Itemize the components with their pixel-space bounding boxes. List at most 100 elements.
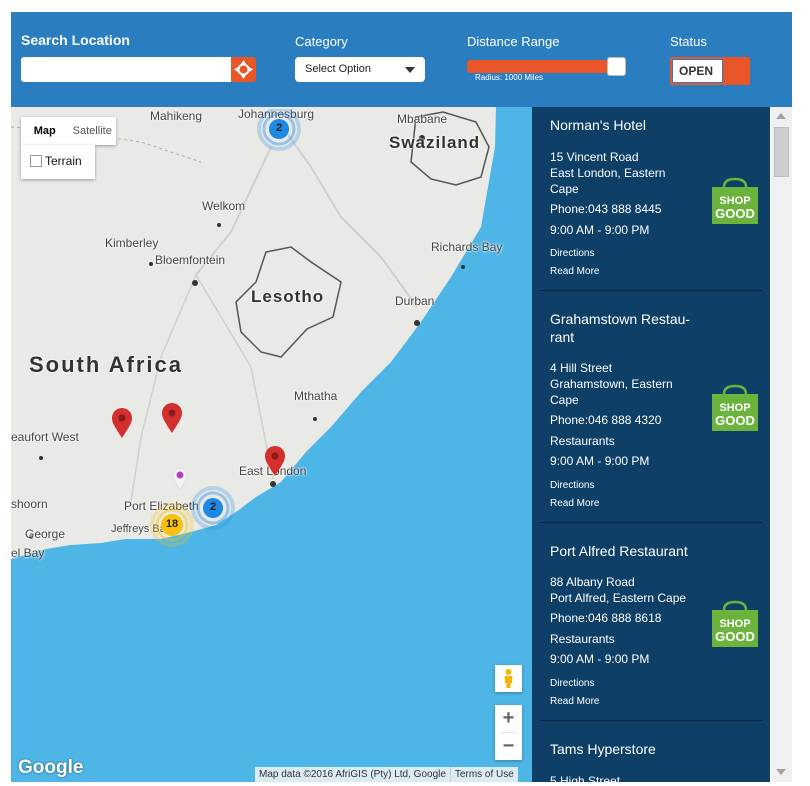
store-address-line: 5 High Street: [550, 774, 621, 782]
scrollbar-thumb[interactable]: [774, 127, 789, 177]
search-location-input[interactable]: [21, 57, 231, 82]
store-hours: 9:00 AM - 9:00 PM: [550, 223, 650, 237]
store-list-scrollbar[interactable]: [771, 107, 792, 782]
place-mbabane: Mbabane: [397, 112, 448, 126]
locate-me-button[interactable]: [231, 57, 256, 82]
store-address-line: Port Alfred, Eastern Cape: [550, 591, 687, 605]
store-hours: 9:00 AM - 9:00 PM: [550, 652, 650, 666]
store-address-line: 15 Vincent Road: [550, 150, 639, 164]
place-swaziland: Swaziland: [389, 133, 481, 152]
chevron-down-icon: [405, 67, 415, 73]
store-phone: Phone:046 888 8618: [550, 611, 662, 625]
store-address-line: East London, Eastern: [550, 166, 666, 180]
store-address-line: 88 Albany Road: [550, 575, 635, 589]
store-locator-app: Search Location Category Select Option D…: [11, 12, 792, 782]
store-category: Restaurants: [550, 434, 615, 448]
shop-good-logo: SHOP GOOD: [712, 177, 758, 224]
google-logo: Google: [18, 757, 84, 778]
place-george: George: [25, 527, 66, 541]
store-phone: Phone:043 888 8445: [550, 202, 662, 216]
logo-text-line2: GOOD: [715, 206, 755, 221]
store-card[interactable]: Tams Hyperstore 5 High Street: [540, 721, 762, 782]
marker-cluster[interactable]: 2: [257, 107, 301, 153]
place-mthatha: Mthatha: [294, 389, 338, 403]
store-hours: 9:00 AM - 9:00 PM: [550, 454, 650, 468]
place-mossel-bay: el Bay: [11, 546, 45, 560]
status-toggle-value: OPEN: [672, 59, 723, 83]
store-name[interactable]: Grahamstown Restau-rant: [550, 310, 710, 346]
directions-link[interactable]: Directions: [550, 248, 594, 259]
category-selected-value: Select Option: [305, 63, 372, 75]
marker-cluster[interactable]: 2: [191, 486, 235, 530]
logo-text-line2: GOOD: [715, 413, 755, 428]
cluster-count: 2: [275, 122, 283, 134]
status-toggle[interactable]: OPEN: [670, 57, 750, 85]
distance-range-slider[interactable]: [467, 60, 609, 73]
radius-readout: Radius: 1000 Miles: [475, 73, 544, 82]
map-pin-icon[interactable]: [264, 445, 286, 477]
place-durban: Durban: [395, 294, 435, 308]
distance-range-handle[interactable]: [607, 57, 626, 76]
terms-of-use-link[interactable]: Terms of Use: [449, 767, 518, 782]
search-location-label: Search Location: [21, 32, 130, 48]
map-type-satellite-button[interactable]: Satellite: [69, 117, 117, 145]
cluster-count: 2: [209, 501, 217, 513]
store-address-line: Grahamstown, Eastern: [550, 377, 673, 391]
map-attribution: Map data ©2016 AfriGIS (Pty) Ltd, Google…: [255, 767, 518, 782]
zoom-control: + −: [495, 705, 522, 760]
store-address-line: 4 Hill Street: [550, 361, 613, 375]
place-mahikeng: Mahikeng: [150, 109, 203, 123]
map-pin-icon[interactable]: [161, 402, 183, 434]
directions-link[interactable]: Directions: [550, 678, 594, 689]
scroll-down-arrow-icon[interactable]: [776, 769, 786, 775]
logo-text-line2: GOOD: [715, 629, 755, 644]
place-kimberley: Kimberley: [105, 236, 159, 250]
crosshair-icon: [234, 60, 253, 79]
place-richards-bay: Richards Bay: [431, 240, 503, 254]
directions-link[interactable]: Directions: [550, 480, 594, 491]
street-view-pegman[interactable]: [495, 665, 522, 692]
read-more-link[interactable]: Read More: [550, 498, 599, 509]
store-category: Restaurants: [550, 632, 615, 646]
store-card[interactable]: Grahamstown Restau-rant 4 Hill Street Gr…: [540, 291, 762, 523]
place-bloemfontein: Bloemfontein: [155, 253, 226, 267]
filter-bar: Search Location Category Select Option D…: [11, 12, 792, 107]
map-view[interactable]: Mahikeng Johannesburg Mbabane Swaziland …: [11, 107, 532, 782]
store-list: Norman's Hotel 15 Vincent Road East Lond…: [532, 107, 770, 782]
place-south-africa: South Africa: [29, 352, 183, 377]
marker-cluster[interactable]: 18: [150, 503, 194, 547]
store-phone: Phone:046 888 4320: [550, 413, 662, 427]
zoom-out-button[interactable]: −: [495, 733, 522, 760]
place-oudtshoorn: shoorn: [11, 497, 48, 511]
store-name[interactable]: Tams Hyperstore: [550, 740, 750, 758]
map-type-control: Map Satellite: [21, 117, 116, 145]
read-more-link[interactable]: Read More: [550, 696, 599, 707]
store-address-line: Cape: [550, 182, 579, 196]
category-select[interactable]: Select Option: [295, 57, 425, 82]
scroll-up-arrow-icon[interactable]: [776, 113, 786, 119]
terrain-checkbox[interactable]: [30, 155, 42, 167]
place-welkom: Welkom: [202, 199, 246, 213]
store-card[interactable]: Norman's Hotel 15 Vincent Road East Lond…: [540, 107, 762, 291]
shop-good-logo: SHOP GOOD: [712, 600, 758, 647]
store-name[interactable]: Port Alfred Restaurant: [550, 542, 750, 560]
place-beaufort-west: eaufort West: [11, 430, 79, 444]
map-data-credit: Map data ©2016 AfriGIS (Pty) Ltd, Google: [259, 769, 446, 780]
pegman-icon: [504, 669, 513, 688]
cluster-count: 18: [165, 518, 179, 530]
current-location-pin-icon[interactable]: [172, 467, 188, 491]
read-more-link[interactable]: Read More: [550, 266, 599, 277]
store-address-line: Cape: [550, 393, 579, 407]
zoom-in-button[interactable]: +: [495, 705, 522, 732]
terrain-label: Terrain: [45, 154, 82, 168]
shop-good-logo: SHOP GOOD: [712, 384, 758, 431]
map-type-map-button[interactable]: Map: [21, 117, 69, 145]
terrain-toggle[interactable]: Terrain: [21, 145, 95, 179]
category-label: Category: [295, 34, 348, 49]
place-lesotho: Lesotho: [251, 287, 325, 306]
store-name[interactable]: Norman's Hotel: [550, 116, 710, 134]
distance-range-label: Distance Range: [467, 34, 560, 49]
map-pin-icon[interactable]: [111, 407, 133, 439]
store-card[interactable]: Port Alfred Restaurant 88 Albany Road Po…: [540, 523, 762, 721]
status-label: Status: [670, 34, 707, 49]
